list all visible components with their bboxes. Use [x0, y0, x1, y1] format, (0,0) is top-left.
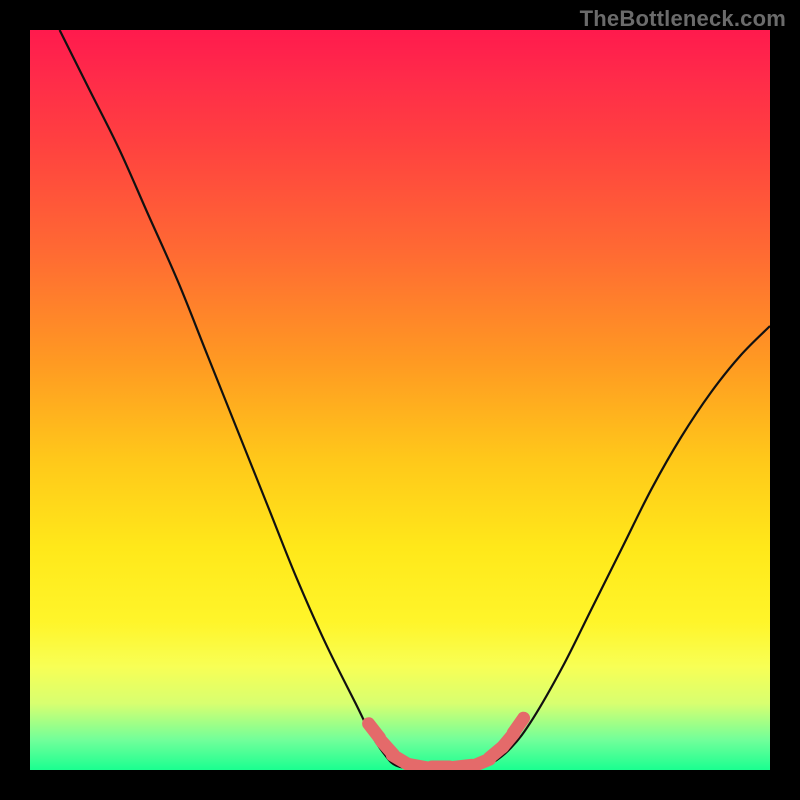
watermark-text: TheBottleneck.com [580, 6, 786, 32]
bottleneck-curve [30, 30, 770, 770]
chart-frame: TheBottleneck.com [0, 0, 800, 800]
curve-path [60, 30, 770, 769]
plot-area [30, 30, 770, 770]
highlight-marker [410, 765, 428, 768]
highlight-marker [513, 718, 523, 733]
